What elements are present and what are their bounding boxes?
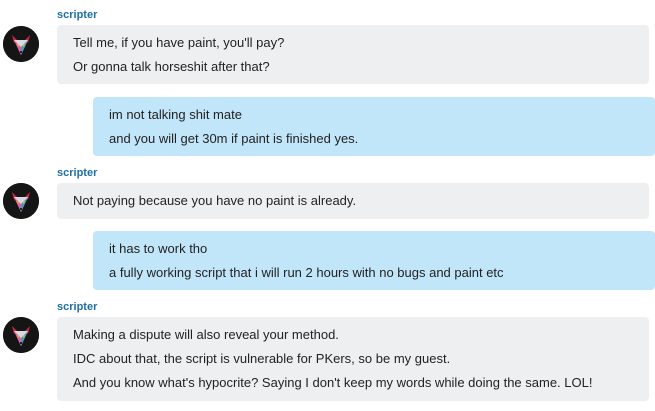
message-line: Making a dispute will also reveal your m…: [73, 327, 339, 342]
fox-avatar-icon-graphic: [3, 183, 39, 219]
message-line: Not paying because you have no paint is …: [73, 193, 357, 208]
sender-name[interactable]: scripter: [57, 9, 97, 22]
sender-name[interactable]: scripter: [57, 301, 97, 314]
fox-avatar-icon[interactable]: [3, 26, 39, 62]
chat-conversation: scripter Tell me, if you have paint, you…: [0, 0, 655, 411]
incoming-message[interactable]: Making a dispute will also reveal your m…: [57, 317, 649, 401]
outgoing-message[interactable]: it has to work tho a fully working scrip…: [93, 231, 655, 290]
incoming-message[interactable]: Not paying because you have no paint is …: [57, 183, 649, 219]
message-line: Or gonna talk horseshit after that?: [73, 59, 270, 74]
fox-avatar-icon-graphic: [3, 317, 39, 353]
message-line: And you know what's hypocrite? Saying I …: [73, 375, 593, 390]
message-line: and you will get 30m if paint is finishe…: [109, 131, 359, 146]
message-line: IDC about that, the script is vulnerable…: [73, 351, 451, 366]
message-line: it has to work tho: [109, 241, 208, 256]
message-line: im not talking shit mate: [109, 107, 242, 122]
message-line: Tell me, if you have paint, you'll pay?: [73, 35, 285, 50]
sender-name[interactable]: scripter: [57, 167, 97, 180]
incoming-message[interactable]: Tell me, if you have paint, you'll pay? …: [57, 25, 649, 84]
fox-avatar-icon[interactable]: [3, 183, 39, 219]
fox-avatar-icon-graphic: [3, 26, 39, 62]
fox-avatar-icon[interactable]: [3, 317, 39, 353]
outgoing-message[interactable]: im not talking shit mate and you will ge…: [93, 97, 655, 156]
message-line: a fully working script that i will run 2…: [109, 265, 504, 280]
